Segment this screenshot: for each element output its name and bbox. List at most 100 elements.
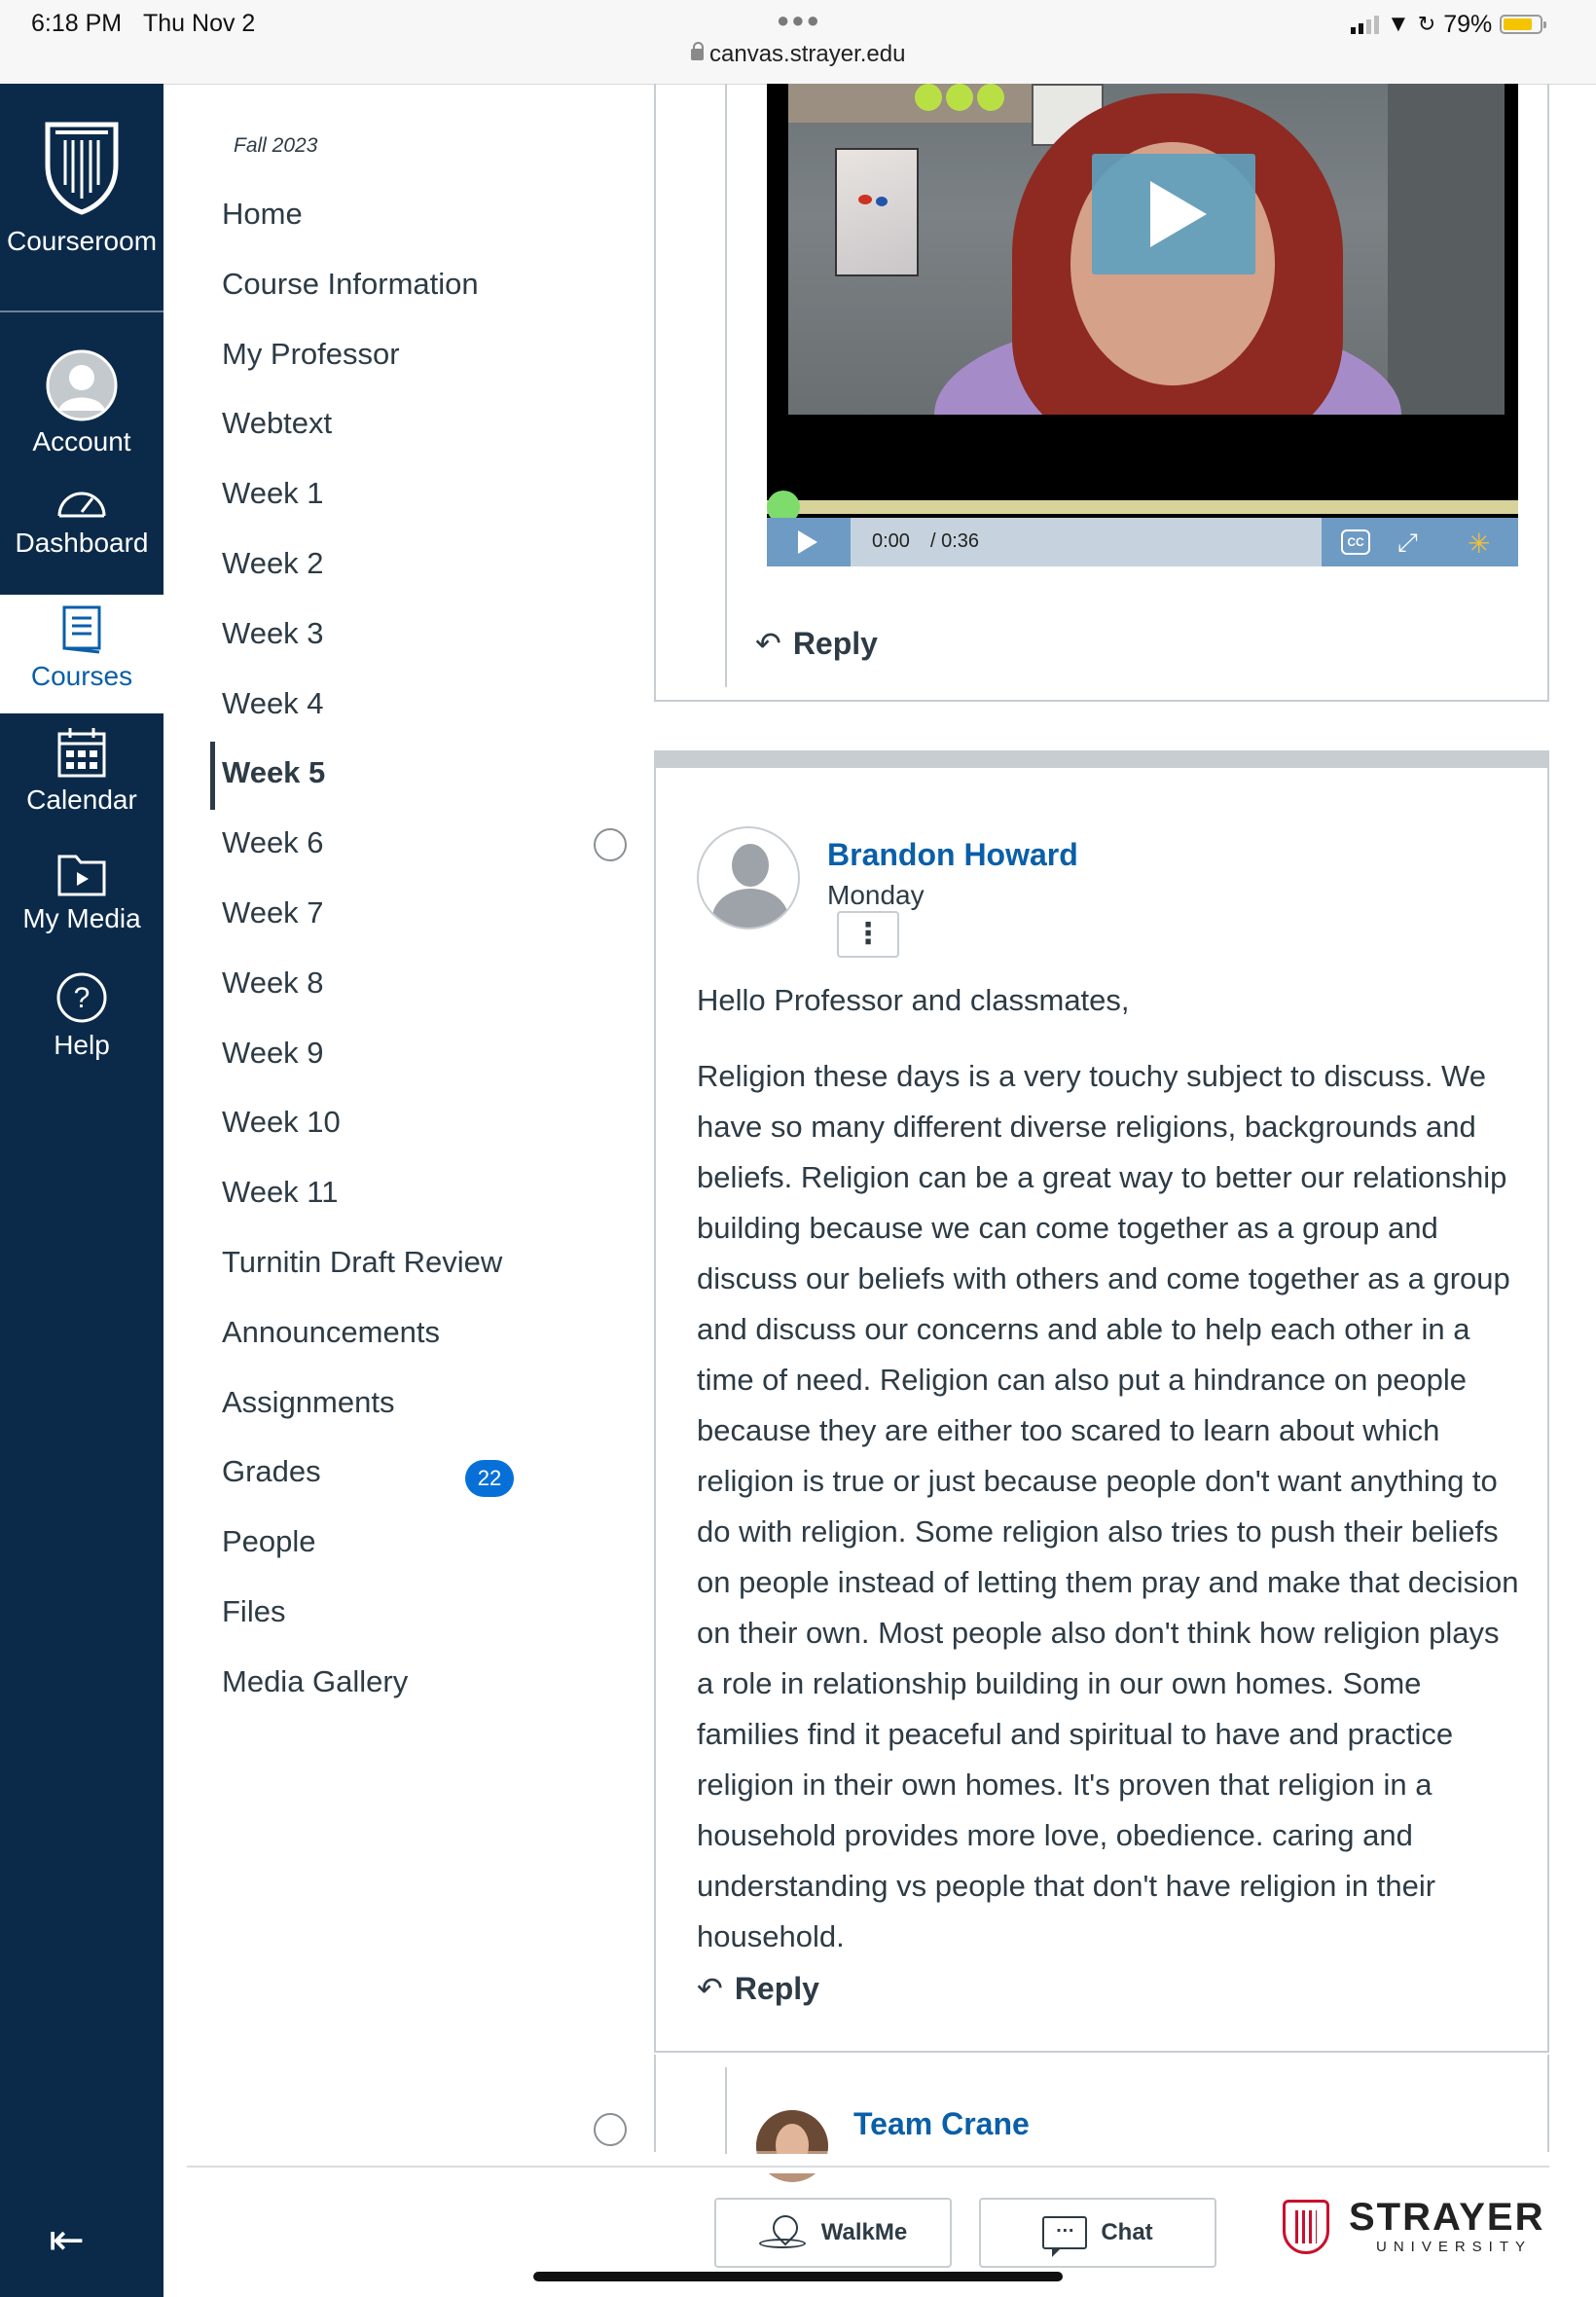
status-indicators: ▼ ↻ 79%: [1351, 10, 1547, 39]
nav-my-media-label: My Media: [22, 903, 141, 933]
battery-icon: [1500, 15, 1547, 34]
course-nav-item-week-1[interactable]: Week 1: [222, 476, 324, 511]
footer-divider: [187, 2166, 1549, 2168]
nav-calendar[interactable]: Calendar: [0, 726, 163, 816]
video-player[interactable]: 0:00 / 0:36 CC ⤢ ✳: [767, 84, 1518, 566]
status-date: Thu Nov 2: [143, 10, 256, 37]
course-nav-item-week-3[interactable]: Week 3: [222, 616, 324, 651]
course-nav-item-assignments[interactable]: Assignments: [222, 1385, 394, 1420]
course-nav-item-week-6[interactable]: Week 6: [222, 825, 324, 860]
entry-divider: [654, 750, 1549, 768]
course-nav-item-people[interactable]: People: [222, 1524, 316, 1559]
nav-courses-label: Courses: [30, 661, 133, 691]
author-name[interactable]: Brandon Howard: [827, 837, 1078, 873]
thread-line: [725, 84, 727, 687]
post-date: Monday: [827, 880, 925, 910]
course-nav-item-my-professor[interactable]: My Professor: [222, 337, 400, 372]
reply-icon: ↶: [755, 626, 781, 661]
course-nav: Fall 2023 Home Course Information My Profe…: [163, 84, 650, 2167]
course-nav-item-webtext[interactable]: Webtext: [222, 406, 332, 441]
course-nav-item-turnitin-draft-review[interactable]: Turnitin Draft Review: [222, 1245, 502, 1280]
reply-button[interactable]: ↶ Reply: [697, 1970, 819, 2007]
address-bar[interactable]: canvas.strayer.edu: [691, 41, 925, 68]
unread-indicator[interactable]: [594, 828, 627, 861]
course-nav-item-files[interactable]: Files: [222, 1594, 285, 1629]
avatar-head: [732, 844, 769, 887]
walkme-button[interactable]: WalkMe: [714, 2198, 952, 2268]
avatar[interactable]: [697, 826, 800, 930]
signal-icon: [1351, 15, 1379, 34]
video-balls: [915, 84, 1012, 119]
closed-captions-icon[interactable]: CC: [1341, 529, 1370, 555]
kaltura-logo-icon[interactable]: ✳: [1468, 528, 1490, 560]
more-dots-icon[interactable]: ●●●: [777, 8, 821, 33]
strayer-shield-icon: [1283, 2200, 1329, 2254]
reply-button[interactable]: ↶ Reply: [755, 625, 878, 662]
active-indicator: [210, 742, 215, 810]
home-indicator[interactable]: [533, 2272, 1063, 2281]
brand-sub: UNIVERSITY: [1376, 2239, 1533, 2255]
reply-icon: ↶: [697, 1971, 723, 2006]
walkme-label: WalkMe: [820, 2219, 908, 2245]
course-nav-item-week-9[interactable]: Week 9: [222, 1036, 324, 1071]
unread-indicator[interactable]: [594, 2113, 627, 2146]
avatar-shoulders: [712, 889, 788, 928]
help-icon: ?: [56, 972, 107, 1023]
course-nav-item-week-5[interactable]: Week 5: [222, 755, 325, 790]
nav-help[interactable]: ? Help: [0, 971, 163, 1061]
rotation-lock-icon: ↻: [1417, 12, 1436, 36]
play-icon[interactable]: [767, 518, 851, 566]
nav-account-label: Account: [32, 426, 131, 456]
collapse-icon[interactable]: ⇤: [49, 2215, 85, 2265]
nav-help-label: Help: [54, 1030, 110, 1060]
fullscreen-icon[interactable]: ⤢: [1397, 528, 1418, 559]
video-timebar: [851, 518, 1322, 566]
video-progress-bar[interactable]: [767, 491, 1518, 524]
nav-account[interactable]: Account: [0, 348, 163, 457]
video-curtain: [1388, 84, 1505, 415]
duration: / 0:36: [930, 530, 980, 552]
reply-label: Reply: [792, 626, 878, 661]
calendar-icon: [57, 728, 106, 778]
current-time: 0:00: [872, 530, 910, 552]
course-nav-item-week-10[interactable]: Week 10: [222, 1105, 341, 1140]
course-nav-item-announcements[interactable]: Announcements: [222, 1315, 440, 1350]
courses-icon: [62, 605, 101, 654]
video-controls: 0:00 / 0:36 CC ⤢ ✳: [767, 518, 1518, 566]
big-play-button[interactable]: [1092, 154, 1255, 274]
media-icon: [57, 855, 106, 896]
url-text: canvas.strayer.edu: [709, 41, 906, 67]
grades-badge: 22: [465, 1460, 514, 1497]
chat-button[interactable]: … Chat: [979, 2198, 1216, 2268]
nav-my-media[interactable]: My Media: [0, 849, 163, 934]
course-nav-item-home[interactable]: Home: [222, 197, 303, 232]
course-nav-item-week-7[interactable]: Week 7: [222, 895, 324, 930]
dashboard-icon: [57, 492, 106, 518]
course-nav-item-media-gallery[interactable]: Media Gallery: [222, 1664, 408, 1699]
author-name[interactable]: Team Crane: [853, 2106, 1030, 2142]
course-nav-item-grades[interactable]: Grades: [222, 1454, 321, 1489]
status-bar: 6:18 PM Thu Nov 2 ●●● canvas.strayer.edu…: [0, 0, 1596, 85]
strayer-shield-logo: [45, 122, 119, 215]
nav-courses[interactable]: Courses: [0, 595, 163, 713]
course-nav-item-course-information[interactable]: Course Information: [222, 267, 479, 302]
post-greeting: Hello Professor and classmates,: [697, 983, 1130, 1017]
video-wall-art: [835, 148, 919, 276]
global-nav: Courseroom Account Dashboard Courses Cal…: [0, 84, 163, 2297]
wifi-icon: ▼: [1387, 11, 1410, 37]
status-time: 6:18 PM: [31, 10, 123, 37]
term-label: Fall 2023: [234, 134, 318, 157]
battery-fill: [1504, 18, 1532, 30]
more-options-icon[interactable]: ⋮: [837, 911, 899, 958]
course-nav-item-week-11[interactable]: Week 11: [222, 1175, 338, 1210]
nav-divider: [0, 310, 163, 312]
course-nav-item-week-4[interactable]: Week 4: [222, 686, 324, 721]
course-nav-item-week-8[interactable]: Week 8: [222, 966, 324, 1001]
nav-dashboard[interactable]: Dashboard: [0, 483, 163, 559]
reply-label: Reply: [734, 1971, 819, 2006]
course-nav-item-week-2[interactable]: Week 2: [222, 546, 324, 581]
courseroom-link[interactable]: Courseroom: [0, 119, 163, 257]
post-body: Religion these days is a very touchy sub…: [697, 1059, 1519, 1953]
lock-icon: [691, 42, 704, 60]
account-icon: [46, 349, 118, 421]
